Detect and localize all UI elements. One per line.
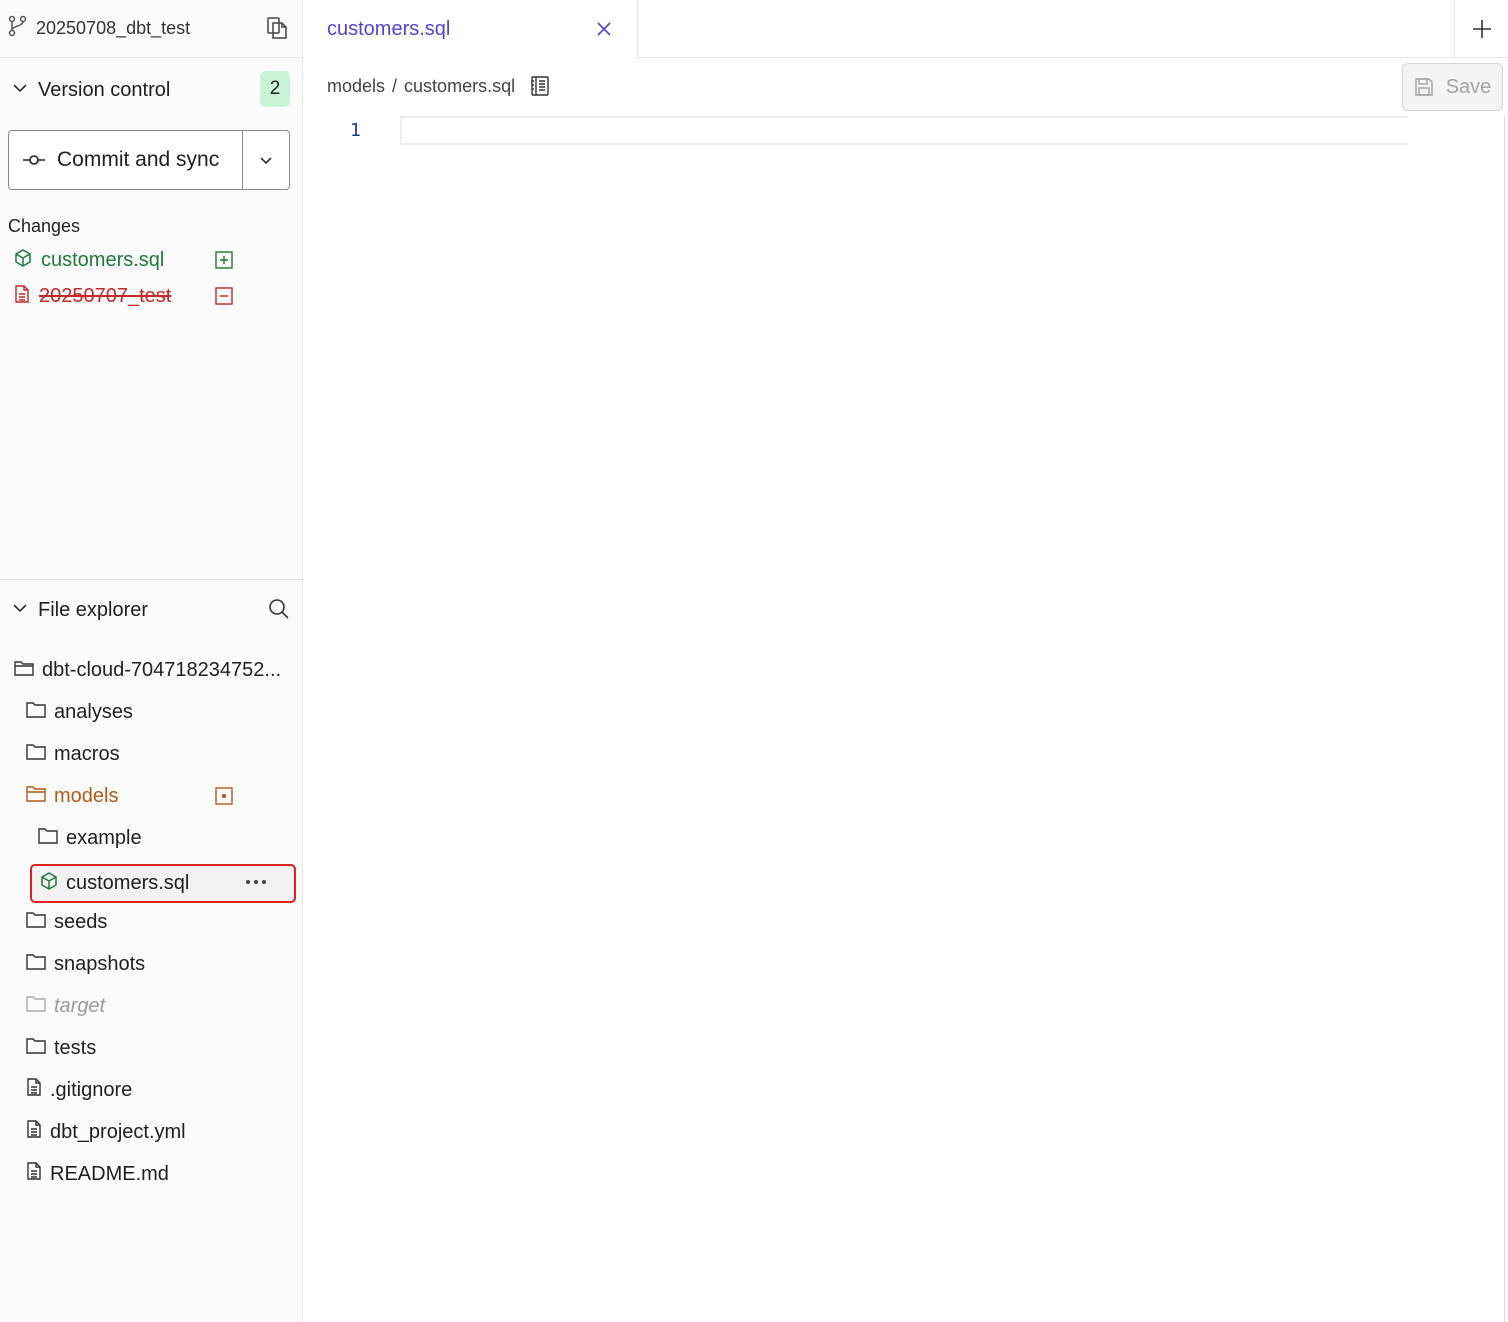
tab-customers-sql[interactable]: customers.sql <box>303 0 638 58</box>
models-modified-icon[interactable] <box>214 786 234 806</box>
breadcrumb-separator: / <box>392 75 398 96</box>
tree-item-label: .gitignore <box>50 1078 133 1101</box>
chevron-down-icon <box>12 600 28 621</box>
tree-item-models[interactable]: models <box>26 777 118 815</box>
tree-item-analyses[interactable]: analyses <box>26 693 133 731</box>
sidebar-divider <box>0 579 302 580</box>
tree-item-label: dbt-cloud-704718234752... <box>42 658 282 681</box>
new-tab-button[interactable] <box>1454 0 1508 58</box>
model-cube-icon <box>40 872 58 895</box>
tree-item-label: tests <box>54 1036 97 1059</box>
code-editor[interactable]: 1 <box>303 116 1505 1322</box>
change-item-added[interactable]: customers.sql <box>14 244 242 276</box>
file-icon <box>26 1078 42 1102</box>
copy-branch-button[interactable] <box>264 14 290 42</box>
file-icon <box>26 1120 42 1144</box>
sidebar: 20250708_dbt_test Version control 2 Comm… <box>0 0 303 1322</box>
folder-icon <box>26 911 46 934</box>
stage-add-icon[interactable] <box>214 250 234 270</box>
folder-icon <box>14 659 34 682</box>
version-control-title: Version control <box>38 78 171 101</box>
editor-tab-bar: customers.sql <box>303 0 1508 58</box>
breadcrumb-file: customers.sql <box>404 75 516 96</box>
changes-count-badge: 2 <box>260 71 290 107</box>
tree-item-target[interactable]: target <box>26 987 105 1025</box>
tree-item-label: seeds <box>54 910 108 933</box>
line-number: 1 <box>350 120 361 141</box>
file-explorer-title: File explorer <box>38 598 149 621</box>
file-icon <box>14 284 30 308</box>
plus-icon <box>1472 20 1491 38</box>
tree-item-label: models <box>54 784 119 807</box>
commit-and-sync-button[interactable]: Commit and sync <box>9 131 243 189</box>
breadcrumb: models / customers.sql <box>327 74 515 98</box>
tree-item-label: customers.sql <box>66 872 190 894</box>
search-icon <box>269 599 289 619</box>
chevron-down-icon <box>12 80 28 101</box>
close-icon <box>597 22 611 36</box>
stage-remove-icon[interactable] <box>214 286 234 306</box>
file-icon <box>26 1162 42 1186</box>
tree-item-macros[interactable]: macros <box>26 735 120 773</box>
version-control-header[interactable]: Version control 2 <box>0 62 302 118</box>
tree-item-snapshots[interactable]: snapshots <box>26 945 145 983</box>
save-button[interactable]: Save <box>1402 63 1503 111</box>
branch-name: 20250708_dbt_test <box>36 18 191 38</box>
folder-icon <box>26 995 46 1018</box>
tree-item-label: dbt_project.yml <box>50 1120 186 1143</box>
save-label: Save <box>1445 75 1492 98</box>
folder-icon <box>26 701 46 724</box>
breadcrumb-folder[interactable]: models <box>327 76 385 97</box>
change-file-name: 20250707_test <box>39 284 172 307</box>
file-explorer-header[interactable]: File explorer <box>0 582 302 638</box>
branch-bar: 20250708_dbt_test <box>0 0 302 58</box>
tree-item-label: README.md <box>50 1162 169 1185</box>
change-file-name: customers.sql <box>41 248 165 271</box>
tree-item-seeds[interactable]: seeds <box>26 903 107 941</box>
tree-item-label: target <box>54 994 106 1017</box>
tree-item-tests[interactable]: tests <box>26 1029 96 1067</box>
commit-button-group: Commit and sync <box>8 130 290 190</box>
folder-icon <box>26 743 46 766</box>
more-options-icon[interactable] <box>244 874 268 890</box>
copy-icon <box>267 17 287 39</box>
commit-and-sync-label: Commit and sync <box>57 148 220 171</box>
tree-item-readme[interactable]: README.md <box>26 1155 169 1193</box>
close-tab-button[interactable] <box>593 18 615 40</box>
tree-item-label: example <box>66 826 142 849</box>
tree-root-folder[interactable]: dbt-cloud-704718234752... <box>14 651 281 689</box>
tab-label: customers.sql <box>327 17 451 40</box>
tree-item-label: analyses <box>54 700 133 723</box>
folder-open-icon <box>26 785 46 808</box>
current-line-highlight[interactable] <box>400 116 1408 145</box>
save-icon <box>1414 78 1433 96</box>
tree-item-gitignore[interactable]: .gitignore <box>26 1071 132 1109</box>
chevron-down-icon <box>260 157 272 165</box>
tree-item-label: snapshots <box>54 952 146 975</box>
change-item-deleted[interactable]: 20250707_test <box>14 280 242 312</box>
folder-icon <box>26 953 46 976</box>
outline-toggle-button[interactable] <box>520 68 560 104</box>
tree-item-example[interactable]: example <box>38 819 142 857</box>
folder-icon <box>38 827 58 850</box>
tree-item-dbt-project-yml[interactable]: dbt_project.yml <box>26 1113 186 1151</box>
git-commit-icon <box>23 148 45 172</box>
git-branch-icon <box>8 15 28 42</box>
tree-item-customers-sql[interactable]: customers.sql <box>30 864 296 903</box>
changes-heading: Changes <box>8 216 81 236</box>
search-files-button[interactable] <box>266 596 292 622</box>
tree-item-label: macros <box>54 742 120 765</box>
model-cube-icon <box>14 248 32 272</box>
document-outline-icon <box>531 76 549 96</box>
folder-icon <box>26 1037 46 1060</box>
commit-options-dropdown[interactable] <box>243 131 289 189</box>
